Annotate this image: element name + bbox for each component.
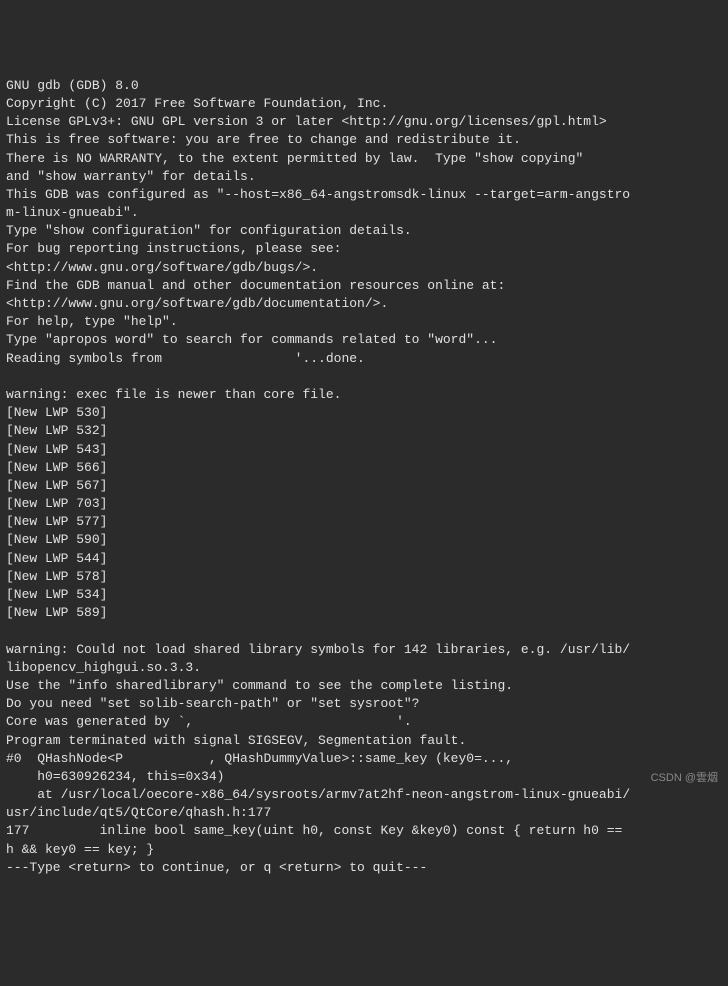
terminal-line: Do you need "set solib-search-path" or "… (6, 695, 722, 713)
terminal-line: [New LWP 544] (6, 550, 722, 568)
terminal-line: Use the "info sharedlibrary" command to … (6, 677, 722, 695)
terminal-line: at /usr/local/oecore-x86_64/sysroots/arm… (6, 786, 722, 804)
terminal-line: warning: Could not load shared library s… (6, 641, 722, 659)
terminal-line: Program terminated with signal SIGSEGV, … (6, 732, 722, 750)
terminal-line: usr/include/qt5/QtCore/qhash.h:177 (6, 804, 722, 822)
terminal-line: License GPLv3+: GNU GPL version 3 or lat… (6, 113, 722, 131)
terminal-line: Copyright (C) 2017 Free Software Foundat… (6, 95, 722, 113)
terminal-line (6, 622, 722, 640)
terminal-line: Type "apropos word" to search for comman… (6, 331, 722, 349)
terminal-output[interactable]: GNU gdb (GDB) 8.0Copyright (C) 2017 Free… (6, 77, 722, 877)
terminal-line: [New LWP 567] (6, 477, 722, 495)
terminal-line: This is free software: you are free to c… (6, 131, 722, 149)
terminal-line: [New LWP 566] (6, 459, 722, 477)
terminal-line: [New LWP 532] (6, 422, 722, 440)
terminal-line: [New LWP 543] (6, 441, 722, 459)
terminal-line: <http://www.gnu.org/software/gdb/documen… (6, 295, 722, 313)
terminal-line: libopencv_highgui.so.3.3. (6, 659, 722, 677)
terminal-line: Type "show configuration" for configurat… (6, 222, 722, 240)
terminal-line: [New LWP 530] (6, 404, 722, 422)
terminal-line: Find the GDB manual and other documentat… (6, 277, 722, 295)
terminal-line: h && key0 == key; } (6, 841, 722, 859)
terminal-line: Core was generated by `, '. (6, 713, 722, 731)
terminal-line: [New LWP 534] (6, 586, 722, 604)
watermark-text: CSDN @雲烟 (651, 771, 718, 786)
terminal-line: This GDB was configured as "--host=x86_6… (6, 186, 722, 204)
terminal-line: <http://www.gnu.org/software/gdb/bugs/>. (6, 259, 722, 277)
terminal-line: and "show warranty" for details. (6, 168, 722, 186)
terminal-line: ---Type <return> to continue, or q <retu… (6, 859, 722, 877)
terminal-line: #0 QHashNode<P , QHashDummyValue>::same_… (6, 750, 722, 768)
terminal-line: [New LWP 578] (6, 568, 722, 586)
terminal-line: m-linux-gnueabi". (6, 204, 722, 222)
terminal-line: 177 inline bool same_key(uint h0, const … (6, 822, 722, 840)
terminal-line: For help, type "help". (6, 313, 722, 331)
terminal-line: [New LWP 590] (6, 531, 722, 549)
terminal-line: warning: exec file is newer than core fi… (6, 386, 722, 404)
terminal-line: For bug reporting instructions, please s… (6, 240, 722, 258)
terminal-line: GNU gdb (GDB) 8.0 (6, 77, 722, 95)
terminal-line (6, 368, 722, 386)
terminal-line: There is NO WARRANTY, to the extent perm… (6, 150, 722, 168)
terminal-line: Reading symbols from '...done. (6, 350, 722, 368)
terminal-line: [New LWP 589] (6, 604, 722, 622)
terminal-line: [New LWP 703] (6, 495, 722, 513)
terminal-line: [New LWP 577] (6, 513, 722, 531)
terminal-line: h0=630926234, this=0x34) (6, 768, 722, 786)
